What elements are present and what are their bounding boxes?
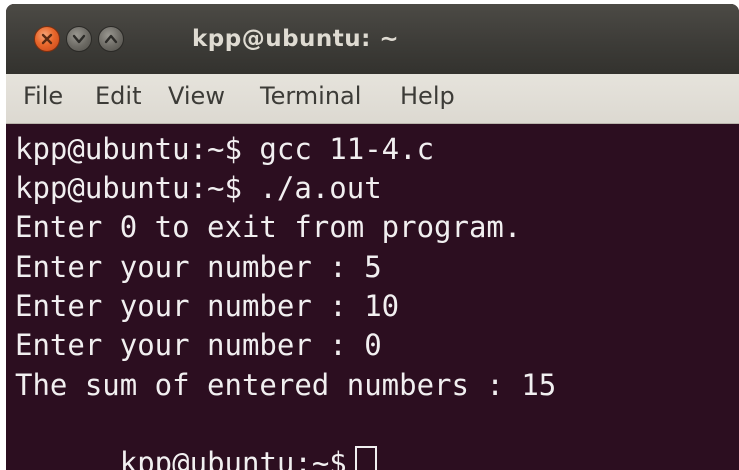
menu-view[interactable]: View	[168, 82, 225, 110]
terminal-line: Enter your number : 5	[15, 250, 382, 284]
menu-help[interactable]: Help	[400, 82, 455, 110]
close-icon	[41, 33, 53, 45]
terminal-line: The sum of entered numbers : 15	[15, 368, 557, 402]
terminal-line: Enter 0 to exit from program.	[15, 210, 522, 244]
minimize-icon	[72, 34, 86, 44]
minimize-button[interactable]	[66, 26, 92, 52]
terminal-line: Enter your number : 10	[15, 289, 400, 323]
maximize-button[interactable]	[98, 26, 124, 52]
menu-edit[interactable]: Edit	[95, 82, 141, 110]
title-bar[interactable]: kpp@ubuntu: ~	[6, 4, 739, 74]
current-prompt: kpp@ubuntu:~$	[119, 446, 347, 470]
menu-terminal[interactable]: Terminal	[260, 82, 361, 110]
terminal-output[interactable]: kpp@ubuntu:~$ gcc 11-4.c kpp@ubuntu:~$ .…	[6, 124, 739, 470]
window-title: kpp@ubuntu: ~	[192, 26, 400, 52]
text-cursor	[354, 446, 377, 470]
terminal-line: kpp@ubuntu:~$ ./a.out	[15, 171, 382, 205]
menu-file[interactable]: File	[23, 82, 63, 110]
terminal-line: kpp@ubuntu:~$ gcc 11-4.c	[15, 132, 435, 166]
maximize-icon	[104, 34, 118, 44]
close-button[interactable]	[34, 26, 60, 52]
terminal-prompt-line[interactable]: kpp@ubuntu:~$	[15, 406, 377, 470]
terminal-line: Enter your number : 0	[15, 328, 382, 362]
terminal-window: kpp@ubuntu: ~ File Edit View Terminal He…	[6, 4, 739, 470]
menu-bar: File Edit View Terminal Help	[6, 74, 739, 124]
